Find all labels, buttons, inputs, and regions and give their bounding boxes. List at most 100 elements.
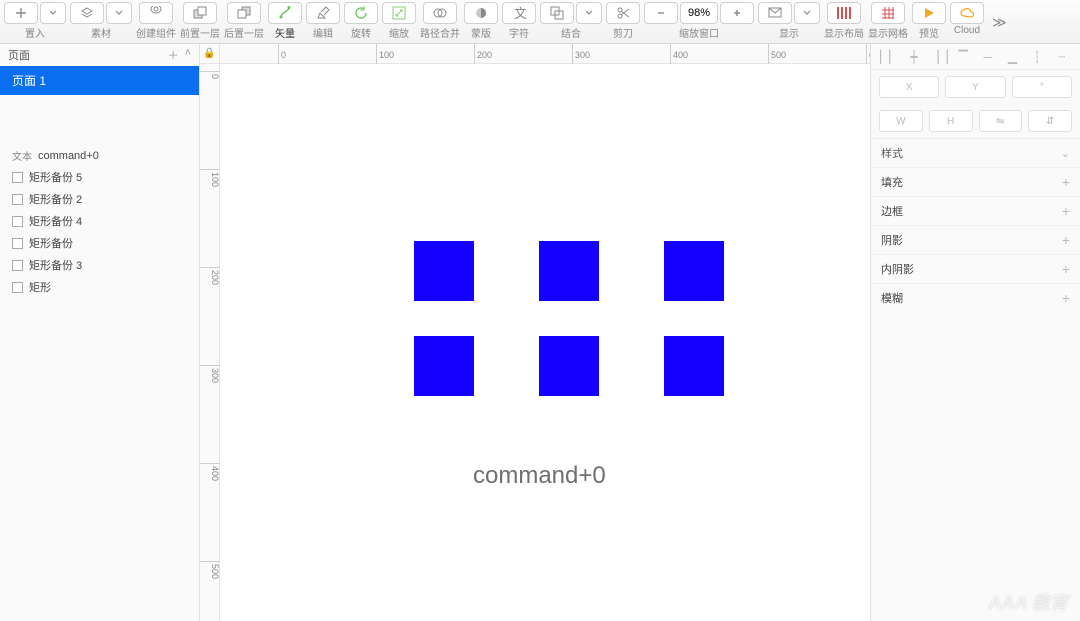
show-grid-button[interactable] (871, 2, 905, 24)
display-button[interactable] (758, 2, 792, 24)
chev-down-button[interactable] (106, 2, 132, 24)
layer-row[interactable]: 矩形备份 5 (0, 166, 199, 188)
add-style-icon[interactable]: + (1062, 261, 1070, 277)
toolbar-overflow-icon[interactable]: ≫ (988, 14, 1011, 31)
align-bottom-icon[interactable]: ▁ (1004, 50, 1020, 64)
canvas-rect[interactable] (539, 241, 599, 301)
toolbar-group: 蒙版 (464, 2, 498, 40)
distribute-v-icon[interactable]: ┄ (1054, 50, 1070, 64)
toolbar-label: 素材 (91, 25, 111, 40)
ruler-v-tick: 100 (200, 169, 220, 187)
canvas-rect[interactable] (539, 336, 599, 396)
style-section[interactable]: 阴影+ (871, 225, 1080, 254)
layer-row[interactable]: 矩形备份 (0, 232, 199, 254)
add-style-icon[interactable]: + (1062, 232, 1070, 248)
toolbar-label: 结合 (561, 25, 581, 40)
layer-name: 矩形备份 (29, 235, 73, 251)
h-input[interactable]: H (929, 110, 973, 132)
collapse-pages-icon[interactable]: ˄ (185, 47, 191, 63)
group-button[interactable] (540, 2, 574, 24)
style-section[interactable]: 边框 + (871, 196, 1080, 225)
toolbar-group: 显示网格 (868, 2, 908, 40)
style-section[interactable]: 填充 + (871, 167, 1080, 196)
show-layout-button[interactable] (827, 2, 861, 24)
layers-button[interactable] (70, 2, 104, 24)
align-top-icon[interactable]: ▔ (955, 50, 971, 64)
layers-list: 文本command+0 矩形备份 5 矩形备份 2 矩形备份 4 矩形备份矩形备份 3矩… (0, 145, 199, 298)
right-panel: ▏▏ ┿ ▕▕ ▔ ─ ▁ ┆ ┄ X Y ° W H ⇋ ⇵ 样式 ⌄ 填充 +… (870, 44, 1080, 621)
toolbar-group: 结合 (540, 2, 602, 40)
flip-h-icon[interactable]: ⇋ (979, 110, 1023, 132)
w-input[interactable]: W (879, 110, 923, 132)
mask-button[interactable] (464, 2, 498, 24)
send-backward-button[interactable] (227, 2, 261, 24)
zoom-out-button[interactable] (644, 2, 678, 24)
x-input[interactable]: X (879, 76, 939, 98)
style-section-label: 边框 (881, 203, 903, 219)
layer-row[interactable]: 矩形备份 4 (0, 210, 199, 232)
layer-row[interactable]: 矩形 (0, 276, 199, 298)
ruler-h-tick: 500 (768, 44, 786, 64)
path-combine-button[interactable] (423, 2, 457, 24)
style-section[interactable]: 模糊 + (871, 283, 1080, 312)
chev-down-button[interactable] (40, 2, 66, 24)
toolbar-label: 矢量 (275, 25, 295, 40)
main-toolbar: 置入素材创建组件前置一层后置一层矢量编辑旋转缩放路径合并蒙版文字符结合剪刀98%… (0, 0, 1080, 44)
align-right-icon[interactable]: ▕▕ (931, 50, 947, 64)
canvas-rect[interactable] (414, 241, 474, 301)
chev-down-button[interactable] (794, 2, 820, 24)
ruler-h-tick: 400 (670, 44, 688, 64)
align-center-v-icon[interactable]: ─ (980, 50, 996, 64)
style-section-label: 填充 (881, 174, 903, 190)
ruler-lock-icon[interactable]: 🔒 (200, 44, 220, 64)
toolbar-label: Cloud (954, 25, 980, 36)
canvas[interactable]: command+0 (220, 64, 870, 621)
chev-down-button[interactable] (576, 2, 602, 24)
layer-row[interactable]: 文本command+0 (0, 145, 199, 166)
angle-input[interactable]: ° (1012, 76, 1072, 98)
align-center-h-icon[interactable]: ┿ (906, 50, 922, 64)
canvas-rect[interactable] (664, 241, 724, 301)
cloud-button[interactable] (950, 2, 984, 24)
canvas-text[interactable]: command+0 (473, 462, 606, 490)
rect-layer-icon (12, 172, 23, 183)
rotate-button[interactable] (344, 2, 378, 24)
style-section[interactable]: 内阴影+ (871, 254, 1080, 283)
add-style-icon[interactable]: + (1062, 203, 1070, 219)
page-item-active[interactable]: 页面 1 (0, 66, 199, 95)
layer-row[interactable]: 矩形备份 3 (0, 254, 199, 276)
canvas-rect[interactable] (414, 336, 474, 396)
toolbar-label: 置入 (25, 25, 45, 40)
toolbar-label: 缩放窗口 (679, 25, 719, 40)
vector-button[interactable] (268, 2, 302, 24)
y-input[interactable]: Y (945, 76, 1005, 98)
char-button[interactable]: 文 (502, 2, 536, 24)
create-symbol-button[interactable] (139, 2, 173, 24)
zoom-value[interactable]: 98% (680, 2, 718, 24)
ruler-h-tick: 300 (572, 44, 590, 64)
ruler-vertical[interactable]: 0100200300400500600 (200, 64, 220, 621)
edit-button[interactable] (306, 2, 340, 24)
distribute-h-icon[interactable]: ┆ (1029, 50, 1045, 64)
layer-row[interactable]: 矩形备份 2 (0, 188, 199, 210)
styles-header[interactable]: 样式 ⌄ (871, 138, 1080, 167)
ruler-horizontal[interactable]: 0100200300400500600 (220, 44, 870, 64)
toolbar-group: 素材 (70, 2, 132, 40)
align-left-icon[interactable]: ▏▏ (881, 50, 897, 64)
canvas-rect[interactable] (664, 336, 724, 396)
plus-button[interactable] (4, 2, 38, 24)
scissors-button[interactable] (606, 2, 640, 24)
style-section-label: 模糊 (881, 290, 903, 306)
bring-forward-button[interactable] (183, 2, 217, 24)
zoom-in-button[interactable] (720, 2, 754, 24)
toolbar-label: 前置一层 (180, 25, 220, 40)
layer-name: 矩形备份 4 (29, 213, 82, 229)
flip-v-icon[interactable]: ⇵ (1028, 110, 1072, 132)
add-style-icon[interactable]: + (1062, 174, 1070, 190)
pages-header: 页面 ＋ ˄ (0, 44, 199, 66)
add-page-icon[interactable]: ＋ (168, 47, 179, 63)
scale-button[interactable] (382, 2, 416, 24)
add-style-icon[interactable]: + (1062, 290, 1070, 306)
layer-name: 矩形备份 5 (29, 169, 82, 185)
preview-button[interactable] (912, 2, 946, 24)
